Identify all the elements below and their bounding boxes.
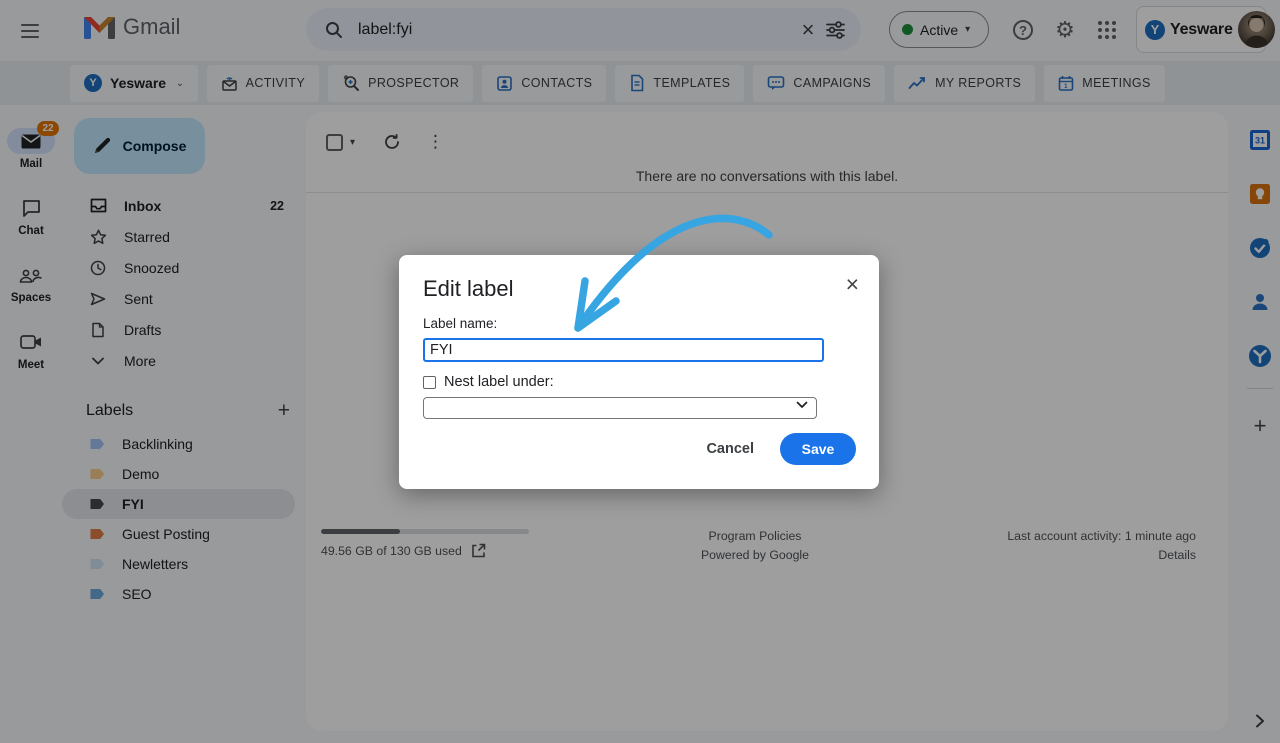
label-name-input[interactable] [423, 338, 824, 362]
save-button[interactable]: Save [780, 433, 856, 465]
label-name-label: Label name: [423, 316, 855, 331]
gmail-app: Gmail label:fyi × Active [0, 0, 1280, 743]
nest-label-checkbox[interactable] [423, 376, 436, 389]
close-icon[interactable]: × [846, 273, 859, 296]
dialog-title: Edit label [423, 276, 855, 302]
cancel-button[interactable]: Cancel [706, 441, 754, 457]
chevron-down-icon [796, 401, 808, 409]
parent-label-select[interactable] [423, 397, 817, 419]
edit-label-dialog: Edit label × Label name: Nest label unde… [399, 255, 879, 489]
nest-label-text: Nest label under: [444, 374, 554, 390]
